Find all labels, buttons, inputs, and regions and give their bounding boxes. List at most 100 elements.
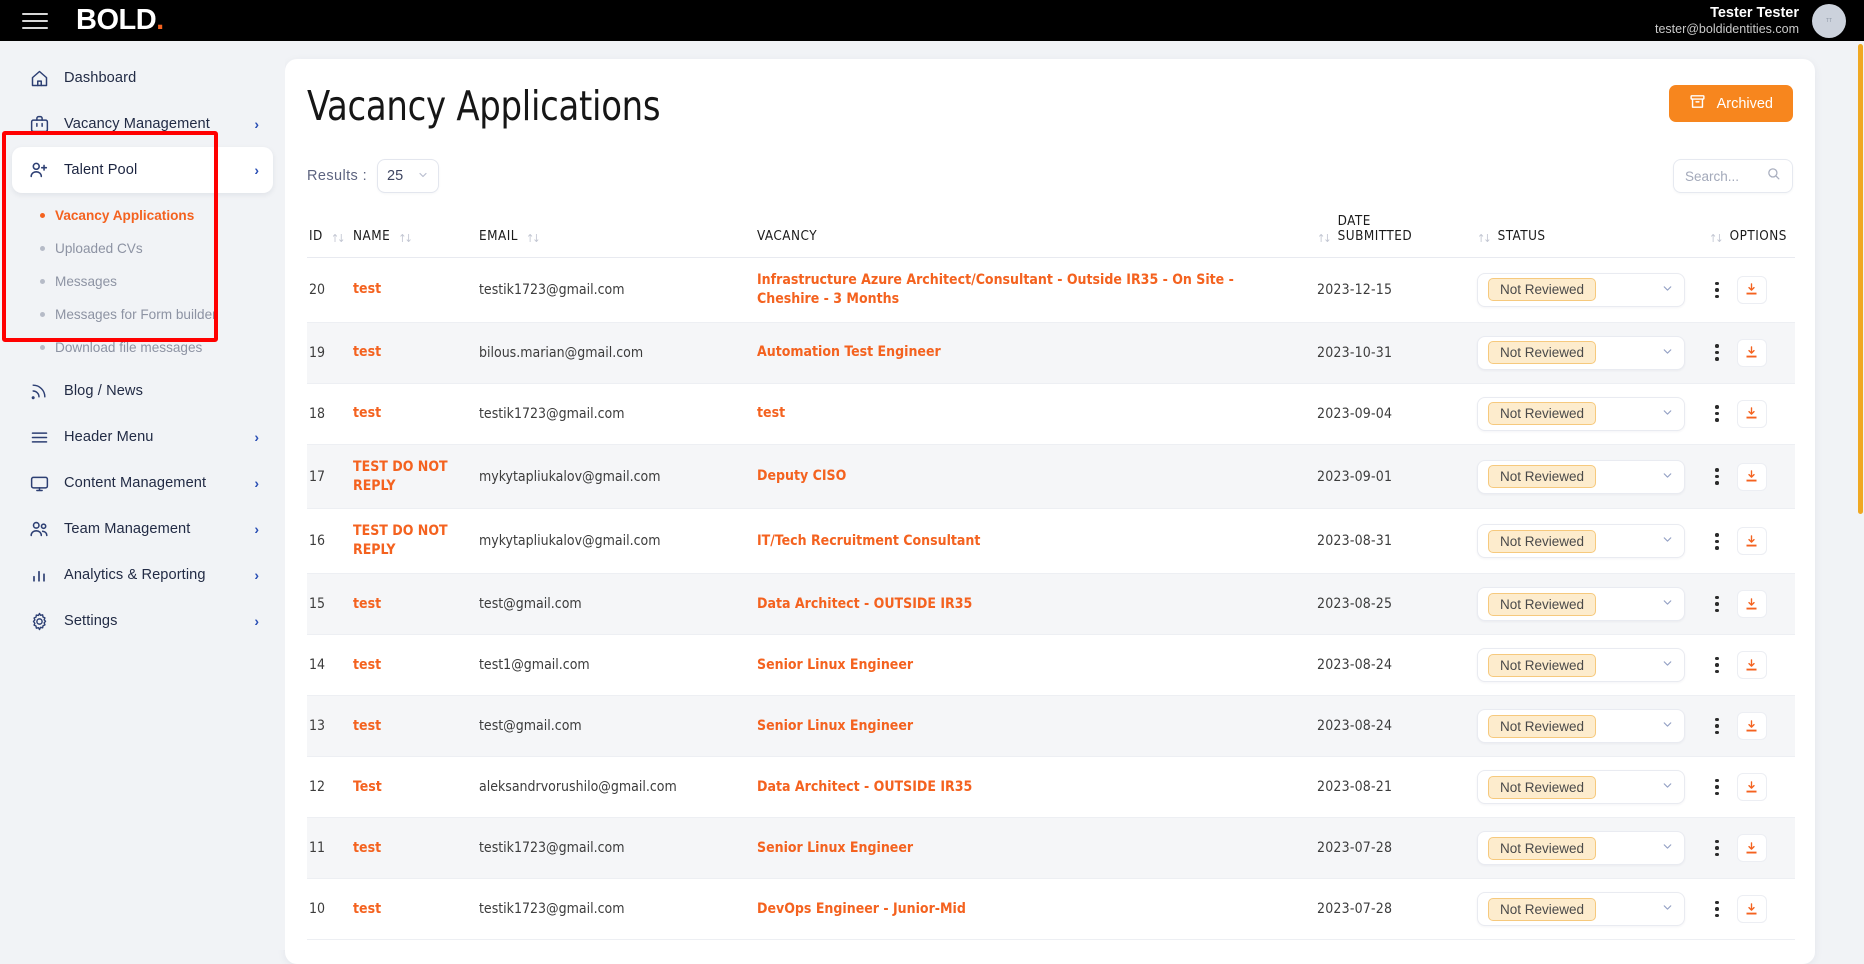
sidebar-item-team-management[interactable]: Team Management › <box>12 506 273 552</box>
status-select[interactable]: Not Reviewed <box>1477 770 1685 805</box>
table-row[interactable]: 17 TEST DO NOT REPLY mykytapliukalov@gmail… <box>307 444 1795 510</box>
kebab-menu-icon[interactable] <box>1709 401 1725 426</box>
sidebar-item-talent-pool[interactable]: Talent Pool › <box>12 147 273 193</box>
status-select[interactable]: Not Reviewed <box>1477 892 1685 927</box>
search-input[interactable] <box>1685 168 1766 184</box>
download-icon[interactable] <box>1736 895 1767 924</box>
column-header-email[interactable]: EMAIL ↑↓ <box>479 214 757 258</box>
sidebar-item-analytics-reporting[interactable]: Analytics & Reporting › <box>12 552 273 598</box>
download-icon[interactable] <box>1736 834 1767 863</box>
brand-logo[interactable]: BOLD. <box>76 6 164 35</box>
applicant-name-link[interactable]: Test <box>353 778 382 797</box>
user-menu[interactable]: Tester Tester tester@boldidentities.com … <box>1655 3 1846 38</box>
download-icon[interactable] <box>1736 399 1767 428</box>
vacancy-link[interactable]: Data Architect - OUTSIDE IR35 <box>757 778 972 797</box>
results-per-page-select[interactable]: 25 <box>377 159 440 194</box>
status-select[interactable]: Not Reviewed <box>1477 396 1685 431</box>
column-header-status[interactable]: ↑↓ STATUS <box>1477 214 1709 258</box>
applicant-name-link[interactable]: test <box>353 900 381 919</box>
vacancy-link[interactable]: DevOps Engineer - Junior-Mid <box>757 900 966 919</box>
status-select[interactable]: Not Reviewed <box>1477 587 1685 622</box>
sort-icon[interactable]: ↑↓ <box>331 233 346 245</box>
search-icon[interactable] <box>1766 166 1781 186</box>
search-box[interactable] <box>1673 159 1793 194</box>
download-icon[interactable] <box>1736 527 1767 556</box>
download-icon[interactable] <box>1736 712 1767 741</box>
download-icon[interactable] <box>1736 338 1767 367</box>
status-select[interactable]: Not Reviewed <box>1477 831 1685 866</box>
kebab-menu-icon[interactable] <box>1709 653 1725 678</box>
kebab-menu-icon[interactable] <box>1709 592 1725 617</box>
applicant-name-link[interactable]: test <box>353 595 381 614</box>
applicant-name-link[interactable]: test <box>353 717 381 736</box>
download-icon[interactable] <box>1736 651 1767 680</box>
archived-button[interactable]: Archived <box>1668 85 1793 122</box>
kebab-menu-icon[interactable] <box>1709 529 1725 554</box>
download-icon[interactable] <box>1736 590 1767 619</box>
table-row[interactable]: 11 test testik1723@gmail.com Senior Linux E… <box>307 817 1795 880</box>
vacancy-link[interactable]: Data Architect - OUTSIDE IR35 <box>757 595 972 614</box>
column-header-date-submitted[interactable]: ↑↓ DATE SUBMITTED <box>1317 214 1477 258</box>
table-row[interactable]: 19 test bilous.marian@gmail.com Automation … <box>307 322 1795 384</box>
sort-icon[interactable]: ↑↓ <box>1317 233 1332 245</box>
subnav-item-uploaded-cvs[interactable]: Uploaded CVs <box>0 232 285 265</box>
table-row[interactable]: 16 TEST DO NOT REPLY mykytapliukalov@gmail… <box>307 508 1795 575</box>
sort-icon[interactable]: ↑↓ <box>398 233 413 245</box>
status-select[interactable]: Not Reviewed <box>1477 459 1685 494</box>
vacancy-link[interactable]: Senior Linux Engineer <box>757 717 913 736</box>
vacancy-link[interactable]: Senior Linux Engineer <box>757 839 913 858</box>
sidebar-item-header-menu[interactable]: Header Menu › <box>12 414 273 460</box>
kebab-menu-icon[interactable] <box>1709 836 1725 861</box>
subnav-item-messages-form-builder[interactable]: Messages for Form builder <box>0 298 285 331</box>
page-scrollbar-thumb[interactable] <box>1858 44 1863 514</box>
status-select[interactable]: Not Reviewed <box>1477 648 1685 683</box>
download-icon[interactable] <box>1736 275 1767 304</box>
table-row[interactable]: 15 test test@gmail.com Data Architect - OUT… <box>307 573 1795 636</box>
sort-icon[interactable]: ↑↓ <box>1709 233 1724 245</box>
status-select[interactable]: Not Reviewed <box>1477 524 1685 559</box>
kebab-menu-icon[interactable] <box>1709 714 1725 739</box>
download-icon[interactable] <box>1736 462 1767 491</box>
kebab-menu-icon[interactable] <box>1709 464 1725 489</box>
vacancy-link[interactable]: IT/Tech Recruitment Consultant <box>757 532 980 551</box>
status-select[interactable]: Not Reviewed <box>1477 709 1685 744</box>
subnav-item-messages[interactable]: Messages <box>0 265 285 298</box>
vacancy-link[interactable]: Deputy CISO <box>757 467 846 486</box>
applicant-name-link[interactable]: test <box>353 343 381 362</box>
table-row[interactable]: 13 test test@gmail.com Senior Linux Enginee… <box>307 695 1795 758</box>
kebab-menu-icon[interactable] <box>1709 340 1725 365</box>
applicant-name-link[interactable]: test <box>353 280 381 299</box>
vacancy-link[interactable]: Senior Linux Engineer <box>757 656 913 675</box>
sidebar-item-blog-news[interactable]: Blog / News <box>12 368 273 414</box>
kebab-menu-icon[interactable] <box>1709 278 1725 303</box>
sort-icon[interactable]: ↑↓ <box>526 233 541 245</box>
table-row[interactable]: 18 test testik1723@gmail.com test 2023-09-04… <box>307 383 1795 445</box>
hamburger-icon[interactable] <box>22 11 48 31</box>
applicant-name-link[interactable]: test <box>353 404 381 423</box>
sort-icon[interactable]: ↑↓ <box>1477 233 1492 245</box>
subnav-item-vacancy-applications[interactable]: Vacancy Applications <box>0 199 285 232</box>
status-select[interactable]: Not Reviewed <box>1477 335 1685 370</box>
sidebar-item-settings[interactable]: Settings › <box>12 598 273 644</box>
download-icon[interactable] <box>1736 773 1767 802</box>
kebab-menu-icon[interactable] <box>1709 775 1725 800</box>
vacancy-link[interactable]: test <box>757 404 785 423</box>
kebab-menu-icon[interactable] <box>1709 897 1725 922</box>
sidebar-item-dashboard[interactable]: Dashboard <box>12 55 273 101</box>
table-row[interactable]: 20 test testik1723@gmail.com Infrastructure… <box>307 257 1795 323</box>
sidebar-item-content-management[interactable]: Content Management › <box>12 460 273 506</box>
applicant-name-link[interactable]: TEST DO NOT REPLY <box>353 522 471 560</box>
column-header-vacancy[interactable]: VACANCY <box>757 214 1317 258</box>
vacancy-link[interactable]: Infrastructure Azure Architect/Consultan… <box>757 271 1289 309</box>
column-header-id[interactable]: ID ↑↓ <box>307 214 353 258</box>
sidebar-item-vacancy-management[interactable]: Vacancy Management › <box>12 101 273 147</box>
applicant-name-link[interactable]: test <box>353 839 381 858</box>
subnav-item-download-file-messages[interactable]: Download file messages <box>0 331 285 364</box>
vacancy-link[interactable]: Automation Test Engineer <box>757 343 941 362</box>
table-row[interactable]: 10 test testik1723@gmail.com DevOps Enginee… <box>307 878 1795 941</box>
status-select[interactable]: Not Reviewed <box>1477 272 1685 307</box>
applicant-name-link[interactable]: TEST DO NOT REPLY <box>353 458 471 496</box>
avatar[interactable]: TT <box>1812 3 1846 38</box>
table-row[interactable]: 12 Test aleksandrvorushilo@gmail.com Data A… <box>307 756 1795 819</box>
column-header-name[interactable]: NAME ↑↓ <box>353 214 479 258</box>
